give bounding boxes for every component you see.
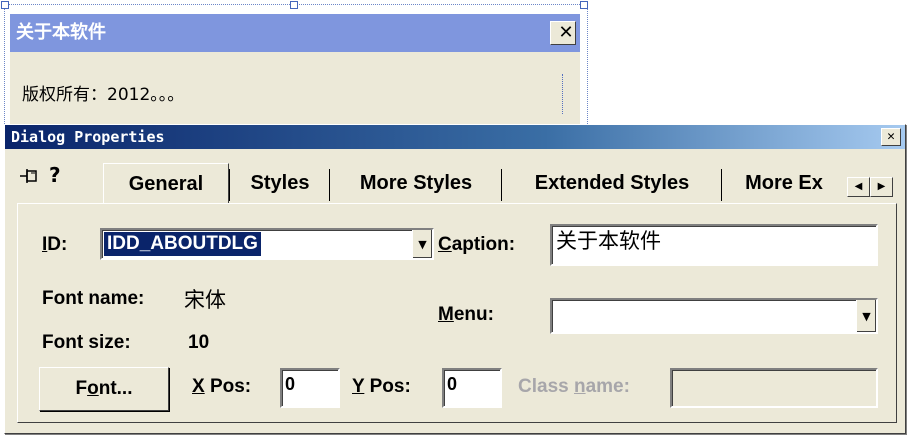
about-dialog-title-text: 关于本软件 [16,22,106,43]
tab-separator [721,169,722,201]
help-icon[interactable]: ? [49,163,61,187]
font-name-label: Font name: [42,288,145,309]
caption-input[interactable]: 关于本软件 [550,224,878,266]
chevron-down-icon[interactable]: ▼ [412,230,432,258]
properties-title: Dialog Properties [11,128,165,146]
tab-more-styles[interactable]: More Styles [333,163,499,203]
id-label: ID: [42,234,68,255]
id-combo[interactable]: IDD_ABOUTDLG ▼ [100,228,434,260]
tab-scroll-buttons: ◀ ▶ [847,177,893,197]
class-name-input [670,368,878,408]
tab-scroll-right-icon[interactable]: ▶ [870,177,893,197]
properties-title-bar[interactable]: Dialog Properties ✕ [5,125,905,149]
tab-extended-styles[interactable]: Extended Styles [505,163,719,203]
tab-more-extended-styles[interactable]: More Ex [725,163,843,203]
tab-scroll-left-icon[interactable]: ◀ [847,177,870,197]
tab-separator [229,169,230,201]
menu-label: Menu: [438,304,494,325]
chevron-down-icon[interactable]: ▼ [856,300,876,332]
resize-handle-top-right[interactable] [580,1,588,9]
resize-handle-top-left[interactable] [1,1,9,9]
copyright-static-text[interactable]: 版权所有：2012。。。 [22,80,184,105]
font-size-label: Font size: [42,332,131,353]
font-size-value: 10 [188,332,210,353]
close-icon[interactable]: ✕ [881,128,901,146]
xpos-input[interactable]: 0 [280,368,340,408]
tab-general[interactable]: General [103,163,229,204]
font-name-value: 宋体 [184,289,226,312]
menu-combo[interactable]: ▼ [550,298,878,334]
tab-separator [329,169,330,201]
ypos-label: Y Pos: [352,376,411,397]
about-dialog-title: 关于本软件 ✕ [10,14,580,52]
caption-value: 关于本软件 [556,229,661,253]
ypos-input[interactable]: 0 [442,368,502,408]
id-value: IDD_ABOUTDLG [104,232,261,256]
font-button[interactable]: Font... [39,367,169,411]
control-selection-guide [562,74,563,114]
caption-label: Caption: [438,234,516,255]
tab-separator [501,169,502,201]
dialog-properties-window: Dialog Properties ✕ ? General Styles Mor… [4,124,906,434]
ypos-value: 0 [447,374,458,394]
close-icon[interactable]: ✕ [550,21,576,45]
xpos-value: 0 [285,374,296,394]
xpos-label: X Pos: [192,376,252,397]
class-name-label: Class name: [518,376,630,397]
resize-handle-top[interactable] [290,1,298,9]
pushpin-icon[interactable] [19,167,41,185]
tab-styles[interactable]: Styles [233,163,327,203]
